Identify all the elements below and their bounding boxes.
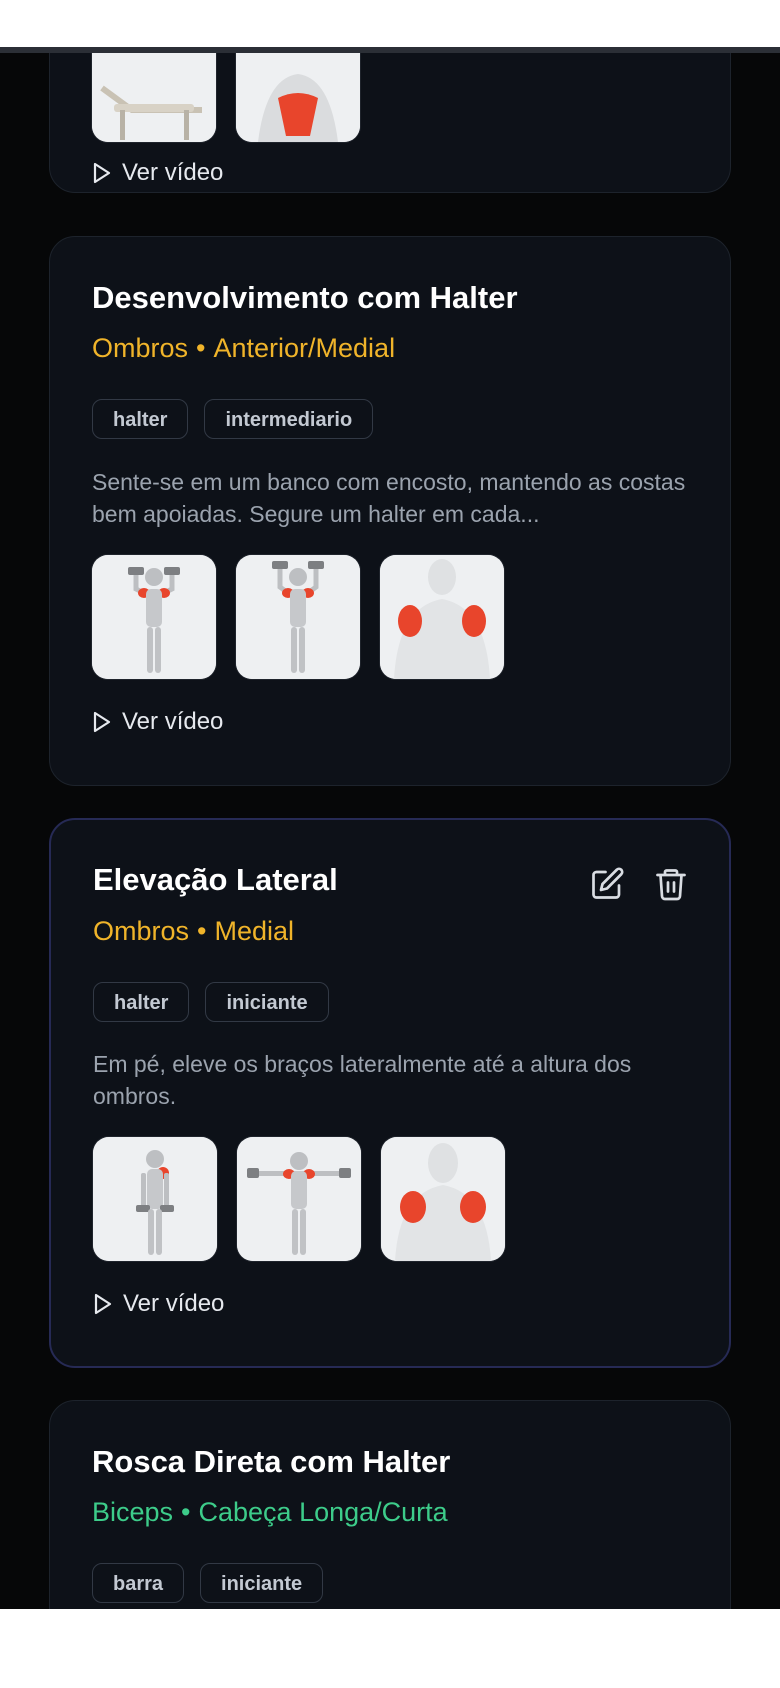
tag-equipment[interactable]: halter [92, 399, 189, 439]
exercise-thumbnail-end[interactable] [236, 555, 360, 679]
muscle-region: Cabeça Longa/Curta [198, 1497, 448, 1527]
exercise-thumbnail-back[interactable] [236, 53, 360, 142]
exercise-description: Em pé, eleve os braços lateralmente até … [93, 1051, 632, 1109]
trash-icon [656, 869, 686, 901]
exercise-muscle-group: Biceps • Cabeça Longa/Curta [92, 1497, 448, 1528]
edit-icon [592, 867, 624, 899]
muscle-name: Biceps [92, 1497, 174, 1527]
video-link[interactable]: Ver vídeo [92, 159, 223, 187]
exercise-title: Rosca Direta com Halter [92, 1444, 451, 1479]
tag-level[interactable]: intermediario [204, 399, 374, 439]
delete-button[interactable] [653, 866, 689, 902]
muscle-region: Anterior/Medial [213, 333, 396, 363]
exercise-description: Sente-se em um banco com encosto, manten… [92, 469, 686, 527]
tag-list: halter intermediario [92, 399, 374, 439]
muscle-name: Ombros [92, 333, 189, 363]
separator-dot: • [197, 916, 207, 946]
tag-equipment[interactable]: halter [93, 982, 190, 1022]
muscle-diagram-thumbnail[interactable] [381, 1137, 505, 1261]
exercise-thumbnail-start[interactable] [93, 1137, 217, 1261]
exercise-list[interactable]: Ver vídeo Desenvolvimento com Halter Omb… [0, 53, 780, 1609]
separator-dot: • [196, 333, 206, 363]
video-link[interactable]: Ver vídeo [92, 708, 223, 736]
tag-list: halter iniciante [93, 982, 329, 1022]
muscle-diagram-thumbnail[interactable] [380, 555, 504, 679]
exercise-thumbnail-end[interactable] [237, 1137, 361, 1261]
thumbnail-row [93, 1137, 505, 1261]
play-icon [93, 162, 111, 184]
video-link[interactable]: Ver vídeo [93, 1290, 224, 1318]
exercise-card-partial[interactable]: Ver vídeo [49, 53, 731, 193]
thumbnail-row [92, 555, 504, 679]
tag-level[interactable]: iniciante [200, 1563, 324, 1603]
muscle-region: Medial [214, 916, 295, 946]
separator-dot: • [181, 1497, 191, 1527]
exercise-card-desenvolvimento[interactable]: Desenvolvimento com Halter Ombros • Anteri… [49, 236, 731, 786]
exercise-thumbnail-bench[interactable] [92, 53, 216, 142]
exercise-card-elevacao[interactable]: Elevação Lateral Ombros • Medial halter in… [49, 818, 731, 1368]
tag-equipment[interactable]: barra [92, 1563, 185, 1603]
edit-button[interactable] [589, 866, 625, 902]
exercise-card-rosca[interactable]: Rosca Direta com Halter Biceps • Cabeça Lo… [49, 1400, 731, 1609]
exercise-title: Desenvolvimento com Halter [92, 280, 518, 315]
play-icon [94, 1293, 112, 1315]
exercise-muscle-group: Ombros • Medial [93, 916, 294, 947]
muscle-name: Ombros [93, 916, 190, 946]
exercise-title: Elevação Lateral [93, 862, 338, 897]
bottom-area [0, 1609, 780, 1688]
tag-level[interactable]: iniciante [205, 982, 329, 1022]
thumbnail-row [92, 53, 360, 142]
exercise-muscle-group: Ombros • Anterior/Medial [92, 333, 395, 364]
tag-list: barra iniciante [92, 1563, 324, 1603]
exercise-thumbnail-start[interactable] [92, 555, 216, 679]
play-icon [93, 711, 111, 733]
status-bar [0, 0, 780, 49]
